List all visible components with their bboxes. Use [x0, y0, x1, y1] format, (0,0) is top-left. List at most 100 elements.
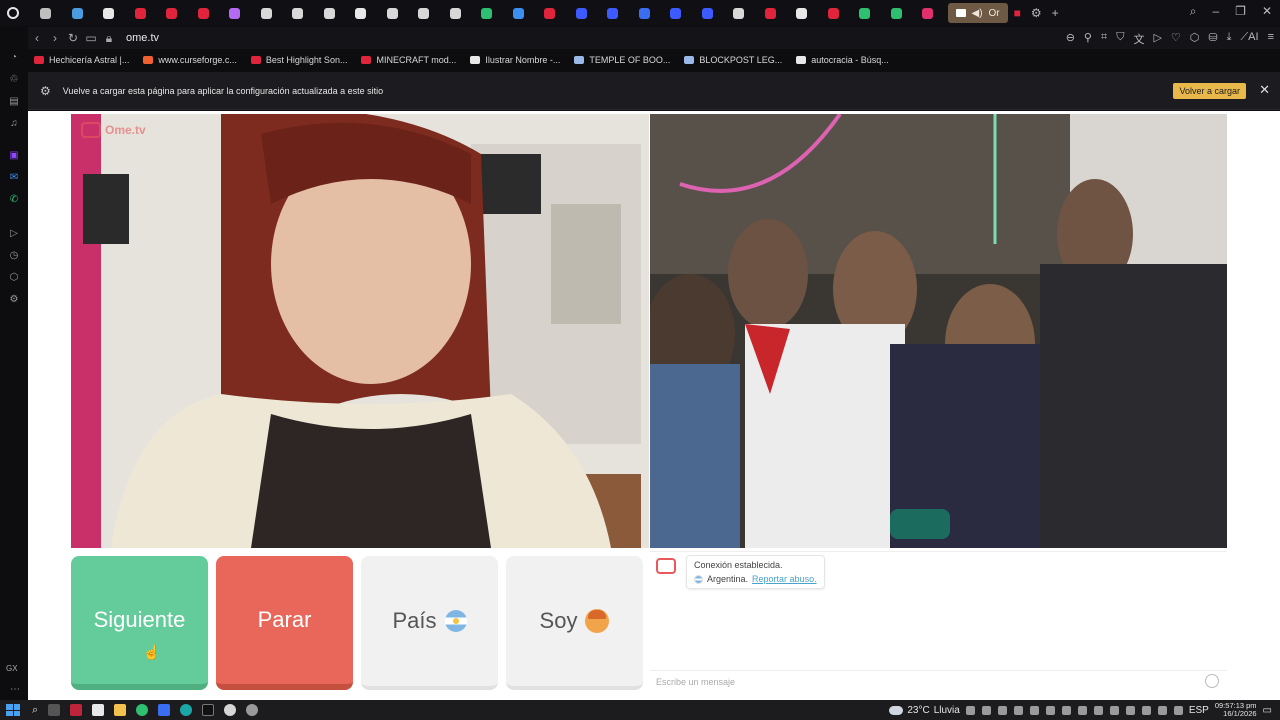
- explorer-taskbar-icon[interactable]: [114, 704, 127, 716]
- tray-icon-10[interactable]: [1109, 705, 1119, 715]
- tab-21[interactable]: [692, 0, 724, 26]
- tray-icon-1[interactable]: [965, 705, 975, 715]
- tray-icon-11[interactable]: [1125, 705, 1135, 715]
- tab-23[interactable]: [755, 0, 787, 26]
- message-input[interactable]: Escribe un mensaje: [650, 670, 1227, 692]
- tab-13[interactable]: [440, 0, 472, 26]
- tab-active[interactable]: ◀) Or: [947, 3, 1008, 23]
- youtube-tab-icon[interactable]: ■: [1014, 6, 1021, 20]
- tab-11[interactable]: [377, 0, 409, 26]
- bookmark-item[interactable]: www.curseforge.c...: [143, 55, 237, 65]
- sidebar-music-icon[interactable]: ♫: [7, 116, 21, 130]
- reload-icon[interactable]: ↻: [64, 31, 82, 45]
- tray-icon-3[interactable]: [997, 705, 1007, 715]
- bookmark-item[interactable]: Ilustrar Nombre -...: [470, 55, 560, 65]
- tab-22[interactable]: [723, 0, 755, 26]
- sidebar-cleaner-icon[interactable]: ♲: [7, 72, 21, 86]
- close-infobar-icon[interactable]: ✕: [1259, 82, 1270, 98]
- sidebar-news-icon[interactable]: ▤: [7, 94, 21, 108]
- opera-gx-menu-icon[interactable]: [0, 0, 26, 26]
- search-icon[interactable]: ⌕: [32, 704, 38, 717]
- camera-icon[interactable]: ▭: [82, 31, 100, 45]
- tab-1[interactable]: [62, 0, 94, 26]
- whatsapp-taskbar-icon[interactable]: [136, 704, 149, 716]
- sidebar-extensions-icon[interactable]: ⬡: [7, 270, 21, 284]
- back-icon[interactable]: ‹: [28, 31, 46, 45]
- bookmark-item[interactable]: Hechicería Astral |...: [34, 55, 129, 65]
- close-window-icon[interactable]: ✕: [1262, 4, 1272, 19]
- pin-icon[interactable]: ⚲: [1084, 31, 1092, 47]
- sidebar-clock-icon[interactable]: ◷: [7, 248, 21, 262]
- tray-icon-13[interactable]: [1157, 705, 1167, 715]
- bookmark-item[interactable]: TEMPLE OF BOO...: [574, 55, 670, 65]
- tab-27[interactable]: [881, 0, 913, 26]
- translate-icon[interactable]: 文: [1133, 31, 1144, 47]
- extensions-icon[interactable]: ⬡: [1190, 31, 1200, 47]
- zoom-icon[interactable]: ⊖: [1066, 31, 1075, 47]
- snapshot-icon[interactable]: ⌗: [1101, 31, 1107, 47]
- tab-12[interactable]: [408, 0, 440, 26]
- tab-28[interactable]: [912, 0, 944, 26]
- bookmark-item[interactable]: Best Highlight Son...: [250, 55, 347, 65]
- bookmark-item[interactable]: autocracia - Búsq...: [796, 55, 889, 65]
- wallet-icon[interactable]: ⛁: [1208, 31, 1217, 47]
- ai-icon[interactable]: ⟋AI: [1240, 31, 1258, 47]
- opera-gx-taskbar-icon[interactable]: [70, 704, 83, 716]
- tab-8[interactable]: [282, 0, 314, 26]
- tray-icon-4[interactable]: [1013, 705, 1023, 715]
- tab-16[interactable]: [534, 0, 566, 26]
- tab-19[interactable]: [629, 0, 661, 26]
- sidebar-twitch-icon[interactable]: ▣: [7, 148, 21, 162]
- tab-15[interactable]: [503, 0, 535, 26]
- heart-icon[interactable]: ♡: [1171, 31, 1181, 47]
- url-field[interactable]: ome.tv: [126, 32, 159, 44]
- reload-page-button[interactable]: Volver a cargar: [1173, 83, 1246, 99]
- tab-0[interactable]: [30, 0, 62, 26]
- shield-taskbar-icon[interactable]: [158, 704, 171, 716]
- forward-icon[interactable]: ›: [46, 31, 64, 45]
- tab-24[interactable]: [786, 0, 818, 26]
- bookmark-item[interactable]: BLOCKPOST LEG...: [684, 55, 782, 65]
- notifications-icon[interactable]: ▭: [1263, 705, 1272, 716]
- tab-3[interactable]: [125, 0, 157, 26]
- emoji-icon[interactable]: [1205, 674, 1219, 688]
- tab-10[interactable]: [345, 0, 377, 26]
- opera-taskbar-icon[interactable]: [224, 704, 237, 716]
- tab-9[interactable]: [314, 0, 346, 26]
- tray-icon-12[interactable]: [1141, 705, 1151, 715]
- sidebar-player-icon[interactable]: ▷: [7, 226, 21, 240]
- search-tabs-icon[interactable]: ⌕: [1190, 4, 1197, 19]
- tray-icon-2[interactable]: [981, 705, 991, 715]
- tab-18[interactable]: [597, 0, 629, 26]
- tray-icon-9[interactable]: [1093, 705, 1103, 715]
- gender-button[interactable]: Soy: [506, 556, 643, 690]
- task-view-icon[interactable]: [48, 704, 61, 716]
- sidebar-history-icon[interactable]: ◔: [7, 50, 21, 64]
- windows-start-icon[interactable]: [6, 704, 20, 716]
- report-abuse-link[interactable]: Reportar abuso.: [752, 574, 817, 584]
- tray-icon-7[interactable]: [1061, 705, 1071, 715]
- tiktok-taskbar-icon[interactable]: [202, 704, 215, 716]
- weather-widget[interactable]: 23°C Lluvia: [889, 705, 960, 716]
- app-taskbar-icon[interactable]: [246, 704, 259, 716]
- tab-2[interactable]: [93, 0, 125, 26]
- sidebar-more-icon[interactable]: ⋯: [10, 684, 20, 695]
- bookmark-item[interactable]: MINECRAFT mod...: [361, 55, 456, 65]
- tab-14[interactable]: [471, 0, 503, 26]
- shield-icon[interactable]: ⛉: [1116, 31, 1124, 47]
- notes-taskbar-icon[interactable]: [92, 704, 105, 716]
- minimize-icon[interactable]: –: [1212, 4, 1219, 19]
- tray-icon-8[interactable]: [1077, 705, 1087, 715]
- language-indicator[interactable]: ESP: [1189, 705, 1209, 716]
- settings-icon[interactable]: ⚙: [1031, 6, 1042, 20]
- tab-6[interactable]: [219, 0, 251, 26]
- new-tab-icon[interactable]: +: [1052, 6, 1059, 20]
- sidebar-messenger-icon[interactable]: ✉: [7, 170, 21, 184]
- tab-17[interactable]: [566, 0, 598, 26]
- stop-button[interactable]: Parar: [216, 556, 353, 690]
- maximize-icon[interactable]: ❐: [1235, 4, 1246, 19]
- tab-5[interactable]: [188, 0, 220, 26]
- clock[interactable]: 09:57:13 pm 16/1/2026: [1215, 702, 1257, 718]
- edge-taskbar-icon[interactable]: [180, 704, 193, 716]
- tray-icon-5[interactable]: [1029, 705, 1039, 715]
